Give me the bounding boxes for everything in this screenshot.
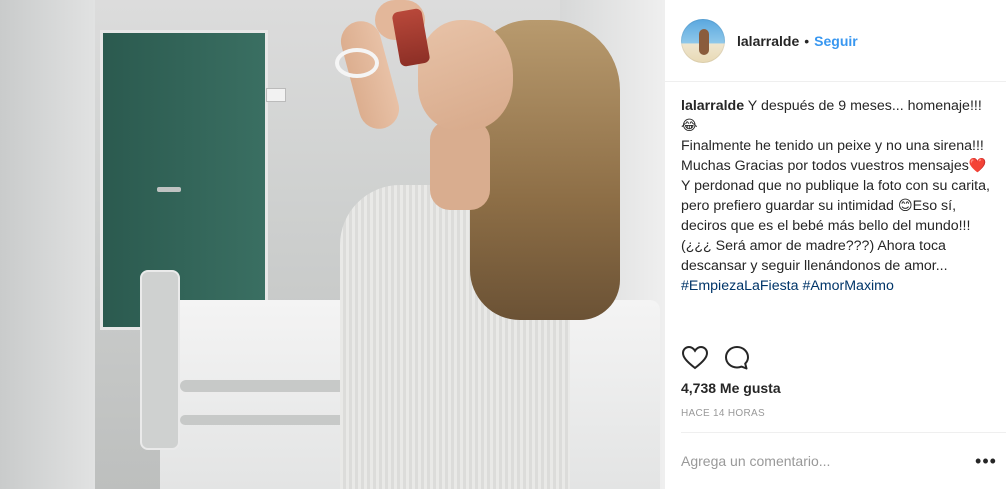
follow-button[interactable]: Seguir: [814, 33, 858, 49]
photo-bed-rail: [140, 270, 180, 450]
comment-bar: •••: [681, 432, 1006, 489]
post-side-panel: lalarralde • Seguir lalarralde Y después…: [664, 0, 1006, 489]
comment-input[interactable]: [681, 453, 966, 469]
avatar[interactable]: [681, 18, 725, 63]
photo-door: [100, 30, 268, 330]
photo-bracelet: [335, 48, 379, 78]
post-caption: lalarralde Y después de 9 meses... homen…: [681, 96, 997, 296]
comment-icon[interactable]: [723, 344, 751, 372]
heart-icon[interactable]: [681, 344, 709, 372]
photo-light-switch: [266, 88, 286, 102]
photo-face: [418, 20, 513, 130]
avatar-figure: [699, 28, 709, 55]
post-photo[interactable]: [0, 0, 664, 489]
post-timestamp[interactable]: HACE 14 HORAS: [681, 408, 765, 419]
post-actions: [681, 344, 765, 372]
caption-line-2: Finalmente he tenido un peixe y no una s…: [681, 138, 990, 274]
caption-hashtags[interactable]: #EmpiezaLaFiesta #AmorMaximo: [681, 278, 894, 294]
photo-door-handle: [157, 187, 181, 192]
likes-count[interactable]: 4,738 Me gusta: [681, 380, 781, 396]
photo-neck: [430, 120, 490, 210]
photo-wall: [0, 0, 95, 489]
caption-username[interactable]: lalarralde: [681, 98, 744, 114]
header-username[interactable]: lalarralde: [737, 33, 799, 49]
header-separator: •: [804, 32, 810, 49]
post-header: lalarralde • Seguir: [665, 0, 1006, 82]
more-options-button[interactable]: •••: [966, 451, 1006, 472]
